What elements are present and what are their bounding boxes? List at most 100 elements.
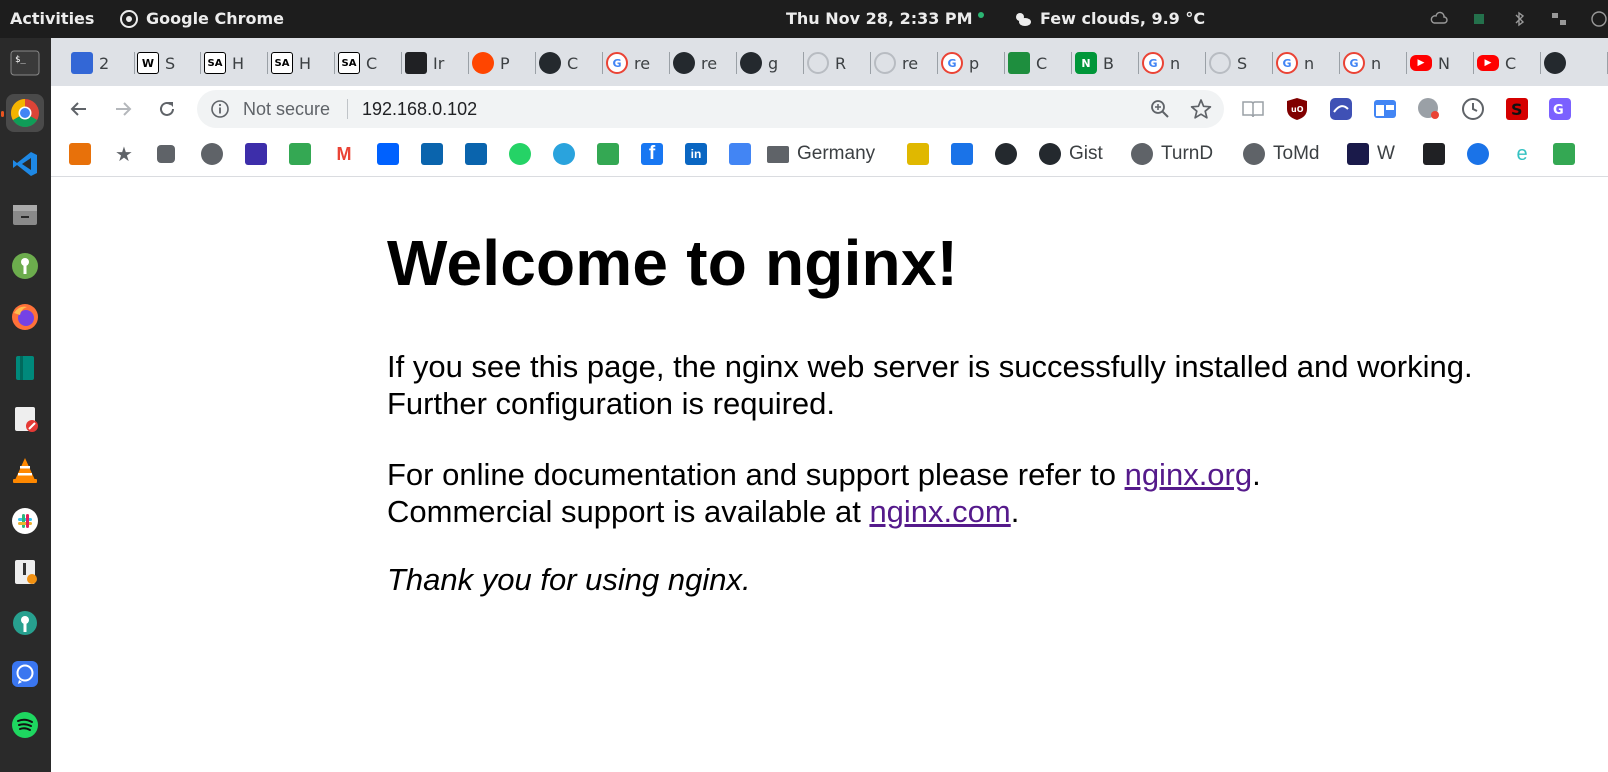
text-editor-launcher[interactable] [6,400,44,438]
bookmark-item[interactable] [201,142,223,166]
browser-tab[interactable]: ▶ C [1477,48,1541,78]
app-indicator-icon[interactable] [1470,10,1488,28]
bookmark-item[interactable] [421,142,443,166]
extension-window-button[interactable] [1373,97,1397,121]
tab-title: H [299,53,312,73]
browser-tab[interactable]: R [807,48,871,78]
browser-tab[interactable]: Gre [606,48,670,78]
bookmark-item[interactable] [597,142,619,166]
terminal-launcher[interactable]: $_ [6,44,44,82]
bookmark-w[interactable]: W [1347,142,1395,166]
bookmark-item[interactable] [157,142,175,166]
browser-tab[interactable] [1544,48,1608,78]
bookmark-item[interactable] [465,142,487,166]
browser-tab[interactable]: SA H [271,48,335,78]
extension-blue-button[interactable] [1329,97,1353,121]
bookmark-germany[interactable]: Germany [767,142,875,166]
bluetooth-icon[interactable] [1510,10,1528,28]
bookmark-item[interactable]: e [1511,142,1533,166]
browser-tab[interactable]: C [539,48,603,78]
signal-launcher[interactable] [6,655,44,693]
installer-launcher[interactable] [6,553,44,591]
app-menu[interactable]: Google Chrome [120,9,284,28]
bookmark-item[interactable]: ★ [113,142,135,166]
bookmark-item[interactable]: in [685,142,707,166]
bookmark-item[interactable] [245,142,267,166]
browser-tab[interactable]: Gn [1276,48,1340,78]
browser-tab[interactable]: SA C [338,48,402,78]
browser-tab[interactable]: Gn [1343,48,1407,78]
commercial-period: . [1010,494,1020,529]
bookmark-item[interactable] [69,142,91,166]
bookmark-item[interactable] [553,142,575,166]
bookmark-item[interactable]: M [333,142,355,166]
browser-tab[interactable]: Gn [1142,48,1206,78]
book-reader-launcher[interactable] [6,349,44,387]
browser-tab[interactable]: NB [1075,48,1139,78]
browser-tab[interactable]: WS [137,48,201,78]
nginx-org-link[interactable]: nginx.org [1125,457,1253,492]
info-icon[interactable] [210,99,230,119]
bookmark-gist[interactable]: Gist [1039,142,1103,166]
translate-extension-button[interactable]: G [1548,97,1572,121]
vscode-launcher[interactable] [6,145,44,183]
bookmark-item[interactable] [907,142,929,166]
vlc-launcher[interactable] [6,451,44,489]
settings-launcher[interactable] [6,604,44,642]
forward-button[interactable] [109,95,137,123]
extension-s-button[interactable]: S [1505,97,1529,121]
reload-button[interactable] [153,95,181,123]
bookmark-item[interactable] [1553,142,1575,166]
bookmark-item[interactable] [951,142,973,166]
url-text[interactable]: 192.168.0.102 [362,99,477,120]
check-icon [1553,143,1575,165]
bookmark-item[interactable] [729,142,751,166]
extension-globe-button[interactable] [1417,97,1441,121]
weather-indicator[interactable]: Few clouds, 9.9 °C [1014,9,1205,28]
browser-tab[interactable]: ▶ N [1410,48,1474,78]
history-button[interactable] [1461,97,1485,121]
omnibox[interactable]: Not secure 192.168.0.102 [197,90,1224,128]
clock[interactable]: Thu Nov 28, 2:33 PM [786,9,973,28]
bookmark-item[interactable] [377,142,399,166]
bookmark-tomd[interactable]: ToMd [1243,142,1319,166]
browser-tab[interactable]: g [740,48,804,78]
network-icon[interactable] [1550,10,1568,28]
ublock-extension[interactable]: uO [1285,97,1309,121]
zoom-icon[interactable] [1150,99,1170,119]
keepassxc-launcher[interactable] [6,247,44,285]
bookmark-item[interactable] [1467,142,1489,166]
folder-icon [767,145,789,163]
browser-tab[interactable]: SA H [204,48,268,78]
intro-paragraph: If you see this page, the nginx web serv… [387,348,1473,422]
bookmark-item[interactable] [509,142,531,166]
browser-tab[interactable]: 2 [71,48,135,78]
activities-button[interactable]: Activities [10,9,94,28]
spotify-launcher[interactable] [6,706,44,744]
browser-tab[interactable]: S [1209,48,1273,78]
cloud-icon[interactable] [1430,10,1448,28]
bookmark-item[interactable] [289,142,311,166]
bookmark-item[interactable] [995,142,1017,166]
bookmark-item[interactable] [1423,142,1445,166]
power-icon[interactable] [1590,10,1608,28]
slack-launcher[interactable] [6,502,44,540]
browser-tab[interactable]: P [472,48,536,78]
files-launcher[interactable] [6,196,44,234]
chrome-launcher[interactable] [6,94,44,132]
firefox-launcher[interactable] [6,298,44,336]
tab-separator [602,52,603,74]
bookmark-star-icon[interactable] [1190,98,1212,120]
bookmark-item[interactable]: f [641,142,663,166]
bookmark-turnd[interactable]: TurnD [1131,142,1213,166]
browser-tab[interactable]: re [874,48,938,78]
browser-tab[interactable]: Ir [405,48,469,78]
youtube-icon: ▶ [1410,55,1432,71]
browser-tab[interactable]: re [673,48,737,78]
browser-tab[interactable]: C [1008,48,1072,78]
browser-tab[interactable]: Gp [941,48,1005,78]
back-button[interactable] [65,95,93,123]
nginx-com-link[interactable]: nginx.com [869,494,1010,529]
reader-mode-button[interactable] [1241,97,1265,121]
security-status[interactable]: Not secure [243,99,330,120]
